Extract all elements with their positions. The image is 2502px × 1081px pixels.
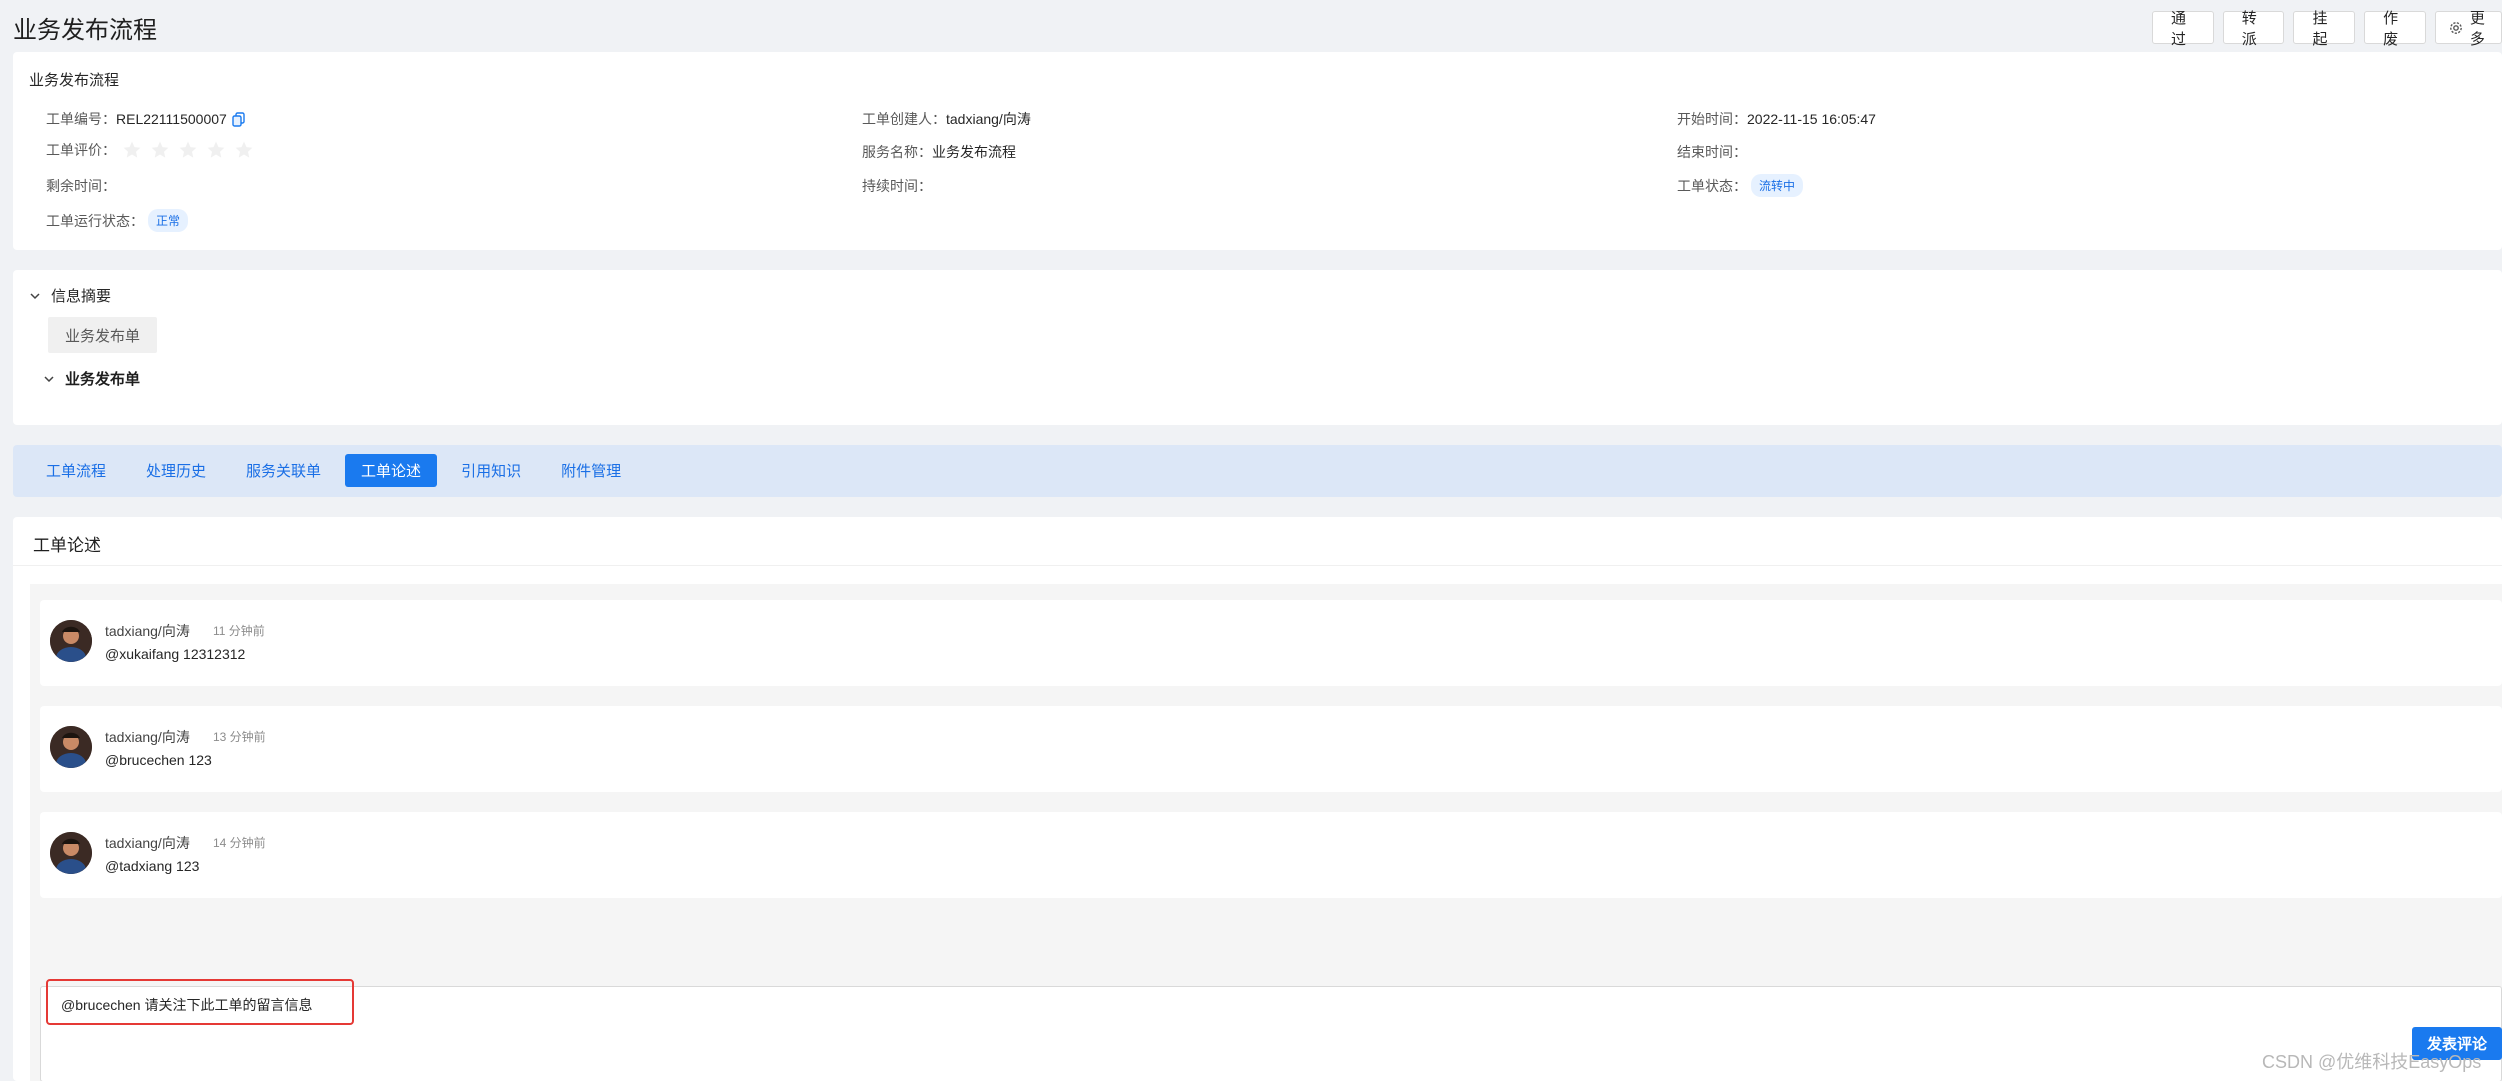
tab-bar: 工单流程 处理历史 服务关联单 工单论述 引用知识 附件管理 xyxy=(13,445,2502,497)
star-icon[interactable] xyxy=(206,140,226,160)
remaining-time-field: 剩余时间： xyxy=(46,176,116,196)
run-status-badge: 正常 xyxy=(148,209,189,232)
start-time-value: 2022-11-15 16:05:47 xyxy=(1747,111,1876,127)
star-icon[interactable] xyxy=(122,140,142,160)
comment-thread: tadxiang/向涛 11 分钟前 @xukaifang 12312312 t… xyxy=(30,584,2502,1081)
comment-text: @xukaifang 12312312 xyxy=(105,646,246,662)
tab-history[interactable]: 处理历史 xyxy=(130,454,222,487)
rating-stars[interactable] xyxy=(122,140,254,160)
end-time-field: 结束时间： xyxy=(1677,142,1747,162)
end-time-label: 结束时间： xyxy=(1677,144,1747,160)
chevron-down-icon xyxy=(29,290,41,302)
avatar xyxy=(50,832,92,874)
comment-time: 13 分钟前 xyxy=(213,730,266,744)
annotation-highlight-box xyxy=(46,979,354,1025)
ticket-status-field: 工单状态： 流转中 xyxy=(1677,174,1804,197)
ticket-number-field: 工单编号： REL22111500007 xyxy=(46,109,245,129)
form-section-label: 业务发布单 xyxy=(65,371,141,388)
comment-author: tadxiang/向涛 xyxy=(105,623,190,639)
run-status-label: 工单运行状态： xyxy=(46,212,144,229)
creator-value: tadxiang/向涛 xyxy=(946,111,1031,127)
more-label: 更多 xyxy=(2469,9,2485,48)
service-name-field: 服务名称： 业务发布流程 xyxy=(862,142,1016,162)
avatar xyxy=(50,620,92,662)
ticket-number-value: REL22111500007 xyxy=(116,111,227,127)
page-title: 业务发布流程 xyxy=(13,17,157,44)
gear-icon xyxy=(2448,20,2464,36)
summary-toggle-label: 信息摘要 xyxy=(51,288,112,305)
comment-item: tadxiang/向涛 11 分钟前 @xukaifang 12312312 xyxy=(40,600,2502,686)
avatar xyxy=(50,726,92,768)
service-name-label: 服务名称： xyxy=(862,144,932,160)
start-time-field: 开始时间： 2022-11-15 16:05:47 xyxy=(1677,109,1876,129)
divider xyxy=(13,565,2502,566)
summary-toggle[interactable]: 信息摘要 xyxy=(29,285,111,306)
summary-card: 信息摘要 业务发布单 业务发布单 xyxy=(13,270,2502,425)
comment-time: 11 分钟前 xyxy=(213,624,265,638)
comment-author: tadxiang/向涛 xyxy=(105,835,190,851)
form-section-toggle[interactable]: 业务发布单 xyxy=(43,368,140,389)
transfer-button[interactable]: 转派 xyxy=(2222,10,2285,48)
ticket-status-badge: 流转中 xyxy=(1751,174,1804,197)
comment-input[interactable]: @brucechen 请关注下此工单的留言信息 xyxy=(40,986,2502,1081)
comment-author: tadxiang/向涛 xyxy=(105,729,190,745)
comment-item: tadxiang/向涛 13 分钟前 @brucechen 123 xyxy=(40,706,2502,792)
copy-icon[interactable] xyxy=(232,111,245,127)
tab-related-tickets[interactable]: 服务关联单 xyxy=(230,454,337,487)
rating-field: 工单评价： xyxy=(46,140,254,160)
chevron-down-icon xyxy=(43,373,55,385)
star-icon[interactable] xyxy=(150,140,170,160)
duration-label: 持续时间： xyxy=(862,178,932,194)
tab-discussion[interactable]: 工单论述 xyxy=(345,454,438,487)
ticket-info-card: 业务发布流程 工单编号： REL22111500007 工单评价： 剩余时间： … xyxy=(13,52,2502,250)
tab-knowledge[interactable]: 引用知识 xyxy=(445,454,537,487)
comment-text: @tadxiang 123 xyxy=(105,858,200,874)
discussion-card: 工单论述 tadxiang/向涛 11 分钟前 @xukaifang 12312… xyxy=(13,517,2502,1081)
suspend-button[interactable]: 挂起 xyxy=(2293,10,2356,48)
star-icon[interactable] xyxy=(178,140,198,160)
action-toolbar: 通过 转派 挂起 作废 更多 xyxy=(2152,10,2502,48)
discussion-title: 工单论述 xyxy=(33,536,101,555)
duration-field: 持续时间： xyxy=(862,176,932,196)
comment-time: 14 分钟前 xyxy=(213,836,266,850)
rating-label: 工单评价： xyxy=(46,142,116,158)
watermark: CSDN @优维科技EasyOps xyxy=(2262,1052,2482,1072)
tab-attachments[interactable]: 附件管理 xyxy=(545,454,637,487)
comment-item: tadxiang/向涛 14 分钟前 @tadxiang 123 xyxy=(40,812,2502,898)
comment-text: @brucechen 123 xyxy=(105,752,212,768)
creator-label: 工单创建人： xyxy=(862,111,946,127)
remaining-time-label: 剩余时间： xyxy=(46,178,116,194)
approve-button[interactable]: 通过 xyxy=(2152,10,2214,48)
void-button[interactable]: 作废 xyxy=(2364,10,2426,48)
page-header: 业务发布流程 通过 转派 挂起 作废 更多 xyxy=(0,0,2502,52)
star-icon[interactable] xyxy=(234,140,254,160)
creator-field: 工单创建人： tadxiang/向涛 xyxy=(862,109,1031,129)
ticket-number-label: 工单编号： xyxy=(46,111,116,127)
run-status-field: 工单运行状态： 正常 xyxy=(46,209,189,232)
ticket-status-label: 工单状态： xyxy=(1677,177,1747,194)
tab-workflow[interactable]: 工单流程 xyxy=(30,454,122,487)
info-section-title: 业务发布流程 xyxy=(29,72,120,89)
more-button[interactable]: 更多 xyxy=(2434,10,2502,48)
summary-form-chip[interactable]: 业务发布单 xyxy=(48,317,158,353)
service-name-value: 业务发布流程 xyxy=(932,144,1016,160)
start-time-label: 开始时间： xyxy=(1677,111,1747,127)
